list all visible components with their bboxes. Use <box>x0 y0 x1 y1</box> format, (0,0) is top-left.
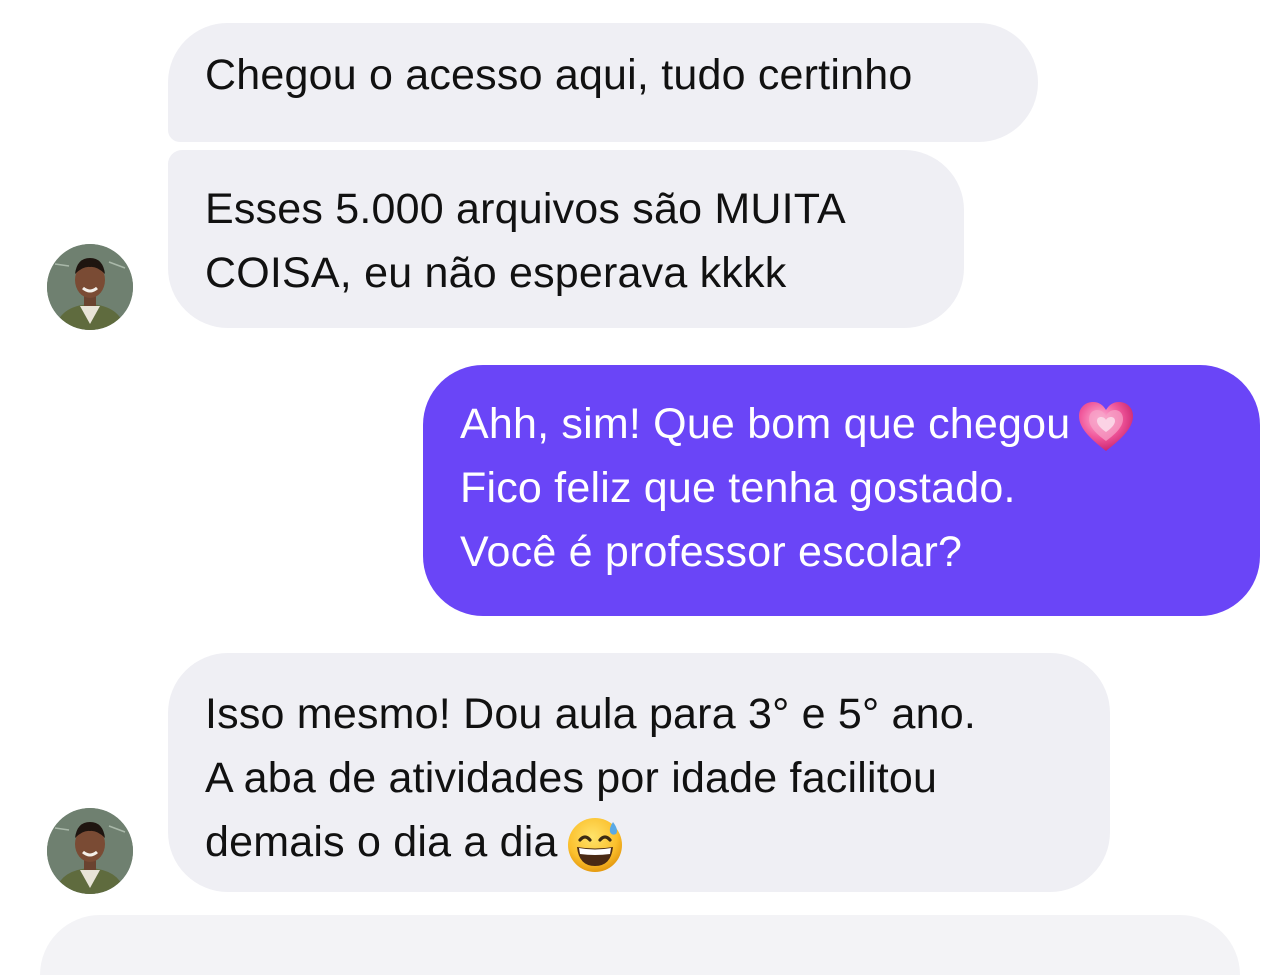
message-text-line: COISA, eu não esperava kkkk <box>205 249 787 297</box>
message-text-line: Você é professor escolar? <box>460 528 963 576</box>
contact-avatar[interactable] <box>47 808 133 894</box>
growing-heart-emoji-icon <box>1078 401 1134 453</box>
message-text: demais o dia a dia <box>205 818 558 866</box>
grinning-sweat-emoji-icon <box>566 816 624 874</box>
contact-avatar-photo-icon <box>47 244 133 330</box>
message-text-line: Fico feliz que tenha gostado. <box>460 464 1016 512</box>
message-text-line: Chegou o acesso aqui, tudo certinho <box>205 51 913 99</box>
incoming-message-bubble[interactable]: Isso mesmo! Dou aula para 3° e 5° ano. A… <box>168 653 1110 892</box>
incoming-message-bubble[interactable]: Chegou o acesso aqui, tudo certinho <box>168 23 1038 142</box>
message-text-line: A aba de atividades por idade facilitou <box>205 754 938 802</box>
contact-avatar-photo-icon <box>47 808 133 894</box>
message-text-line: demais o dia a dia <box>205 810 1110 874</box>
message-text-line: Esses 5.000 arquivos são MUITA <box>205 185 846 233</box>
outgoing-message-bubble[interactable]: Ahh, sim! Que bom que chegou Fico feliz … <box>423 365 1260 616</box>
incoming-message-bubble[interactable]: Esses 5.000 arquivos são MUITA COISA, eu… <box>168 150 964 328</box>
incoming-message-bubble-partial[interactable] <box>40 915 1240 975</box>
contact-avatar[interactable] <box>47 244 133 330</box>
message-text-line: Isso mesmo! Dou aula para 3° e 5° ano. <box>205 690 977 738</box>
message-text: Ahh, sim! Que bom que chegou <box>460 400 1071 448</box>
message-text-line: Ahh, sim! Que bom que chegou <box>460 392 1260 456</box>
